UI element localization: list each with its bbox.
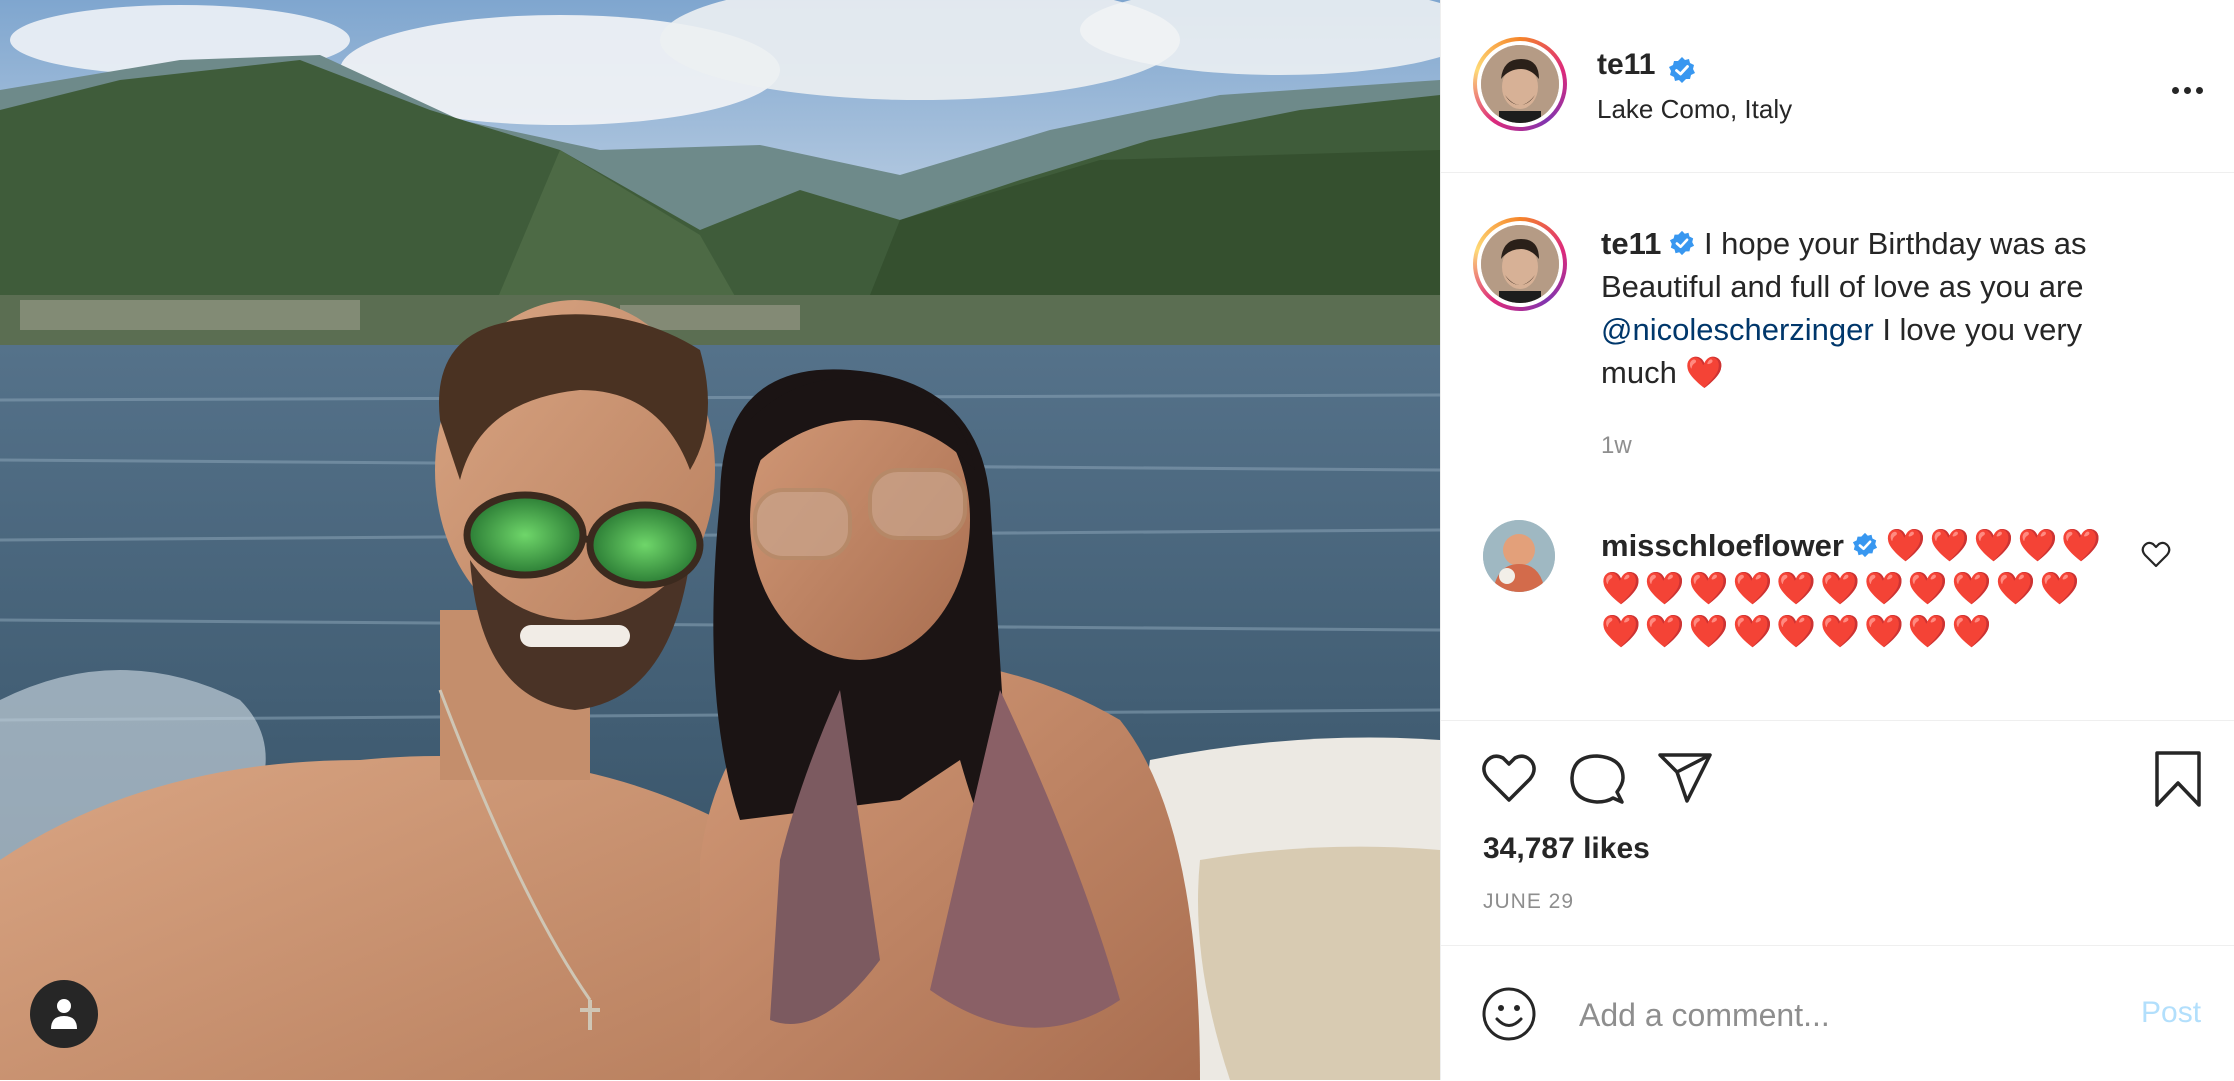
caption-author-avatar[interactable] [1473, 217, 1567, 311]
post-header: te11 Lake Como, Italy [1441, 0, 2234, 173]
post-details-panel: te11 Lake Como, Italy te11 I hope your B… [1440, 0, 2234, 1080]
author-avatar[interactable] [1473, 37, 1567, 131]
author-line: te11 [1597, 48, 1696, 84]
post-comment-button[interactable]: Post [2141, 996, 2201, 1030]
photo-scene [0, 0, 1440, 1080]
verified-icon [1852, 532, 1877, 557]
verified-icon [1670, 230, 1695, 255]
user-tag-icon [51, 999, 77, 1029]
emoji-icon[interactable] [1481, 986, 1537, 1042]
commenter-username[interactable]: misschloeflower [1601, 528, 1844, 563]
user-tag-button[interactable] [30, 980, 98, 1048]
post-location[interactable]: Lake Como, Italy [1597, 94, 1792, 125]
caption-author-avatar-image [1481, 225, 1559, 303]
comment-like-icon[interactable] [2141, 540, 2171, 568]
post-caption: te11 I hope your Birthday was as Beautif… [1601, 222, 2161, 395]
more-options-icon [2171, 86, 2179, 94]
comment-icon[interactable] [1569, 752, 1625, 806]
comment-input[interactable] [1577, 986, 2101, 1044]
author-avatar-image [1481, 45, 1559, 123]
commenter-avatar-image [1483, 520, 1555, 592]
commenter-avatar[interactable] [1483, 520, 1555, 592]
caption-time-ago[interactable]: 1w [1601, 432, 1632, 460]
caption-heart-emoji: ❤️ [1685, 355, 1725, 391]
verified-icon [1668, 56, 1695, 83]
post-photo[interactable] [0, 0, 1440, 1080]
caption-mention-link[interactable]: @nicolescherzinger [1601, 312, 1874, 347]
more-options-button[interactable] [2163, 70, 2211, 110]
share-icon[interactable] [1657, 752, 1713, 804]
actions-divider [1441, 720, 2234, 721]
comment-body: misschloeflower ❤️❤️❤️❤️❤️❤️❤️❤️❤️❤️❤️❤️… [1601, 524, 2121, 653]
like-icon[interactable] [1481, 752, 1537, 804]
caption-author-username[interactable]: te11 [1601, 226, 1661, 261]
post-date[interactable]: JUNE 29 [1483, 890, 1574, 914]
more-options-dot [2183, 86, 2191, 94]
likes-count[interactable]: 34,787 likes [1483, 832, 1650, 866]
author-username[interactable]: te11 [1597, 48, 1655, 81]
more-options-dot [2195, 86, 2203, 94]
save-icon[interactable] [2153, 750, 2203, 808]
add-comment-form: Post [1441, 945, 2234, 1081]
